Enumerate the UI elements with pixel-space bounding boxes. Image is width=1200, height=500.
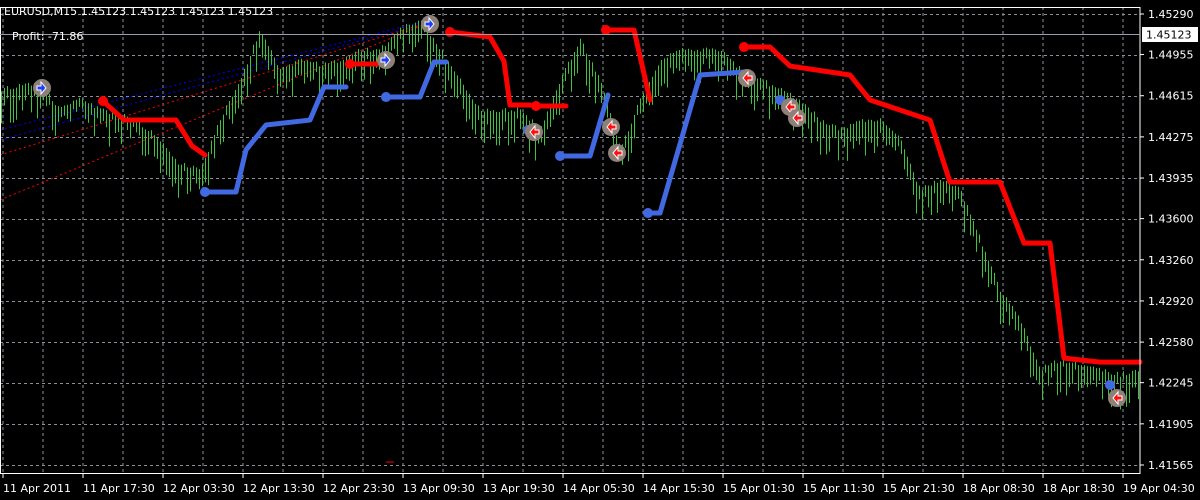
buy-stop-dot (381, 92, 391, 103)
x-tick-label: 15 Apr 21:30 (883, 482, 955, 495)
y-tick-label: 1.44955 (1148, 49, 1194, 62)
x-tick-label: 13 Apr 09:30 (403, 482, 475, 495)
trade-markers (33, 15, 1126, 463)
y-tick-label: 1.41905 (1148, 418, 1194, 431)
buy-stop-dot (1105, 379, 1115, 390)
y-tick-label: 1.43260 (1148, 254, 1194, 267)
buy-stop-line (383, 59, 449, 100)
sell-stop-dot (445, 27, 455, 38)
price-bars (1, 20, 1139, 410)
x-tick-label: 12 Apr 13:30 (243, 482, 315, 495)
y-tick-label: 1.44615 (1148, 90, 1194, 103)
x-tick-label: 18 Apr 08:30 (963, 482, 1035, 495)
y-tick-label: 1.43600 (1148, 213, 1194, 226)
buy-stop-dot (643, 208, 653, 219)
trendline (0, 24, 421, 156)
y-tick-label: 1.43935 (1148, 172, 1194, 185)
x-tick-label: 15 Apr 11:30 (803, 482, 875, 495)
y-tick-label: 1.41565 (1148, 459, 1194, 472)
buy-stop-dot (200, 186, 210, 197)
ohlc-label: 1.45123 1.45123 1.45123 1.45123 (80, 5, 274, 18)
sell-stop-dot (531, 101, 541, 112)
grid (0, 7, 1140, 473)
y-tick-label: 1.45290 (1148, 8, 1194, 21)
x-tick-label: 12 Apr 23:30 (323, 482, 395, 495)
x-tick-label: 19 Apr 04:30 (1123, 482, 1195, 495)
x-tick-label: 11 Apr 17:30 (83, 482, 155, 495)
x-tick-label: 15 Apr 01:30 (723, 482, 795, 495)
chart-header: EURUSD,M15 1.45123 1.45123 1.45123 1.451… (4, 5, 273, 18)
buy-stop-line (202, 84, 349, 195)
sell-stop-line (603, 27, 653, 103)
x-tick-label: 14 Apr 05:30 (563, 482, 635, 495)
price-chart[interactable]: 1.45290 1.44955 1.44615 1.44275 1.43935 1.436… (0, 0, 1200, 500)
y-tick-label: 1.42580 (1148, 336, 1194, 349)
y-tick-label: 1.42920 (1148, 295, 1194, 308)
buy-stop-dot (555, 151, 565, 162)
buy-stop-line (645, 69, 747, 216)
x-tick-label: 12 Apr 03:30 (163, 482, 235, 495)
x-tick-label: 11 Apr 2011 (3, 482, 71, 495)
symbol-label: EURUSD,M15 (4, 5, 78, 18)
profit-label: Profit: -71.86 (12, 30, 84, 43)
trailing-stops (98, 24, 1143, 390)
sell-stop-dot (601, 24, 611, 35)
x-tick-label: 13 Apr 19:30 (483, 482, 555, 495)
sell-stop-dot (739, 42, 749, 53)
x-tick-label: 14 Apr 15:30 (643, 482, 715, 495)
plot-border (0, 7, 1141, 474)
current-price-label: 1.45123 (1146, 29, 1192, 42)
y-tick-label: 1.42245 (1148, 377, 1194, 390)
x-tick-label: 18 Apr 18:30 (1043, 482, 1115, 495)
sell-stop-line (447, 29, 533, 108)
sell-stop-dot (345, 59, 355, 70)
y-tick-label: 1.44275 (1148, 131, 1194, 144)
sell-stop-dot (98, 96, 108, 107)
